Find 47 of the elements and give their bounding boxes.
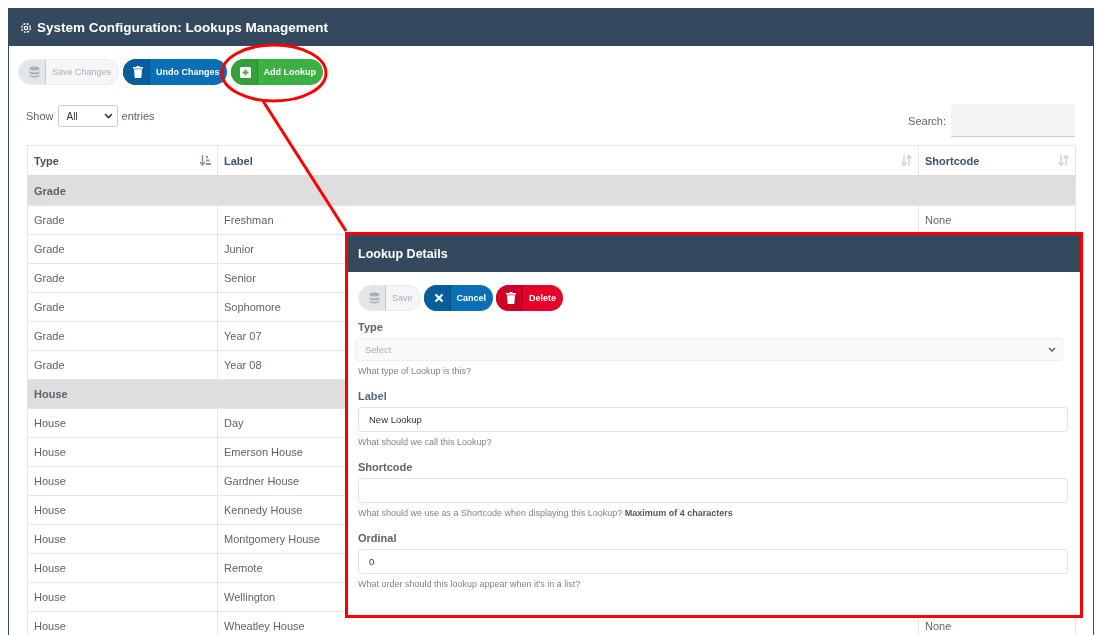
sort-icon[interactable] <box>901 155 912 166</box>
table-cell: House <box>27 524 218 554</box>
input-field[interactable] <box>358 478 1068 503</box>
delete-button[interactable]: Delete <box>496 285 564 311</box>
table-cell: Grade <box>27 321 218 351</box>
database-icon <box>368 292 380 304</box>
input-field[interactable]: 0 <box>358 549 1068 574</box>
input-field[interactable]: New Lookup <box>358 407 1068 432</box>
table-cell: Grade <box>27 234 218 264</box>
table-cell: Grade <box>27 205 218 235</box>
settings-icon <box>20 21 32 34</box>
undo-button[interactable]: Undo Changes <box>123 59 227 85</box>
trash-icon <box>133 66 144 78</box>
table-cell: House <box>27 408 218 438</box>
group-row[interactable]: Grade <box>27 176 1076 206</box>
help-text: What should we call this Lookup? <box>358 437 493 447</box>
search-field[interactable] <box>951 104 1075 137</box>
table-cell: Grade <box>27 350 218 380</box>
panel-title: Lookup Details <box>358 246 448 261</box>
help-text: What should we use as a Shortcode when displaying this Lookup? Maximum of 4 characters <box>358 508 734 518</box>
help-text: What type of Lookup is this? <box>358 366 473 376</box>
table-cell: House <box>27 437 218 467</box>
table-cell: House <box>27 495 218 525</box>
sort-ascending-icon[interactable] <box>200 155 211 166</box>
chevron-down-icon <box>103 113 113 119</box>
table-cell: Grade <box>27 263 218 293</box>
table-cell: House <box>27 582 218 612</box>
search-label: Search: <box>908 114 946 127</box>
table-cell: Grade <box>27 292 218 322</box>
sort-icon[interactable] <box>1058 155 1069 166</box>
add-button[interactable]: Add Lookup <box>230 59 324 85</box>
entries-label: entries <box>121 110 155 122</box>
trash-icon <box>506 292 517 304</box>
field-label: Type <box>358 321 384 333</box>
field-label: Ordinal <box>358 532 398 544</box>
database-icon <box>28 66 40 78</box>
field-label: Label <box>358 390 388 402</box>
close-icon <box>433 293 444 303</box>
table-cell: House <box>27 611 218 635</box>
entries-select[interactable]: All <box>57 105 118 127</box>
window-title: System Configuration: Lookups Management <box>37 20 329 35</box>
plus-square-icon <box>240 66 252 78</box>
chevron-down-icon <box>1048 346 1056 353</box>
table-cell: House <box>27 553 218 583</box>
cancel-button[interactable]: Cancel <box>423 285 494 311</box>
show-label: Show <box>26 110 54 122</box>
table-cell: House <box>27 466 218 496</box>
